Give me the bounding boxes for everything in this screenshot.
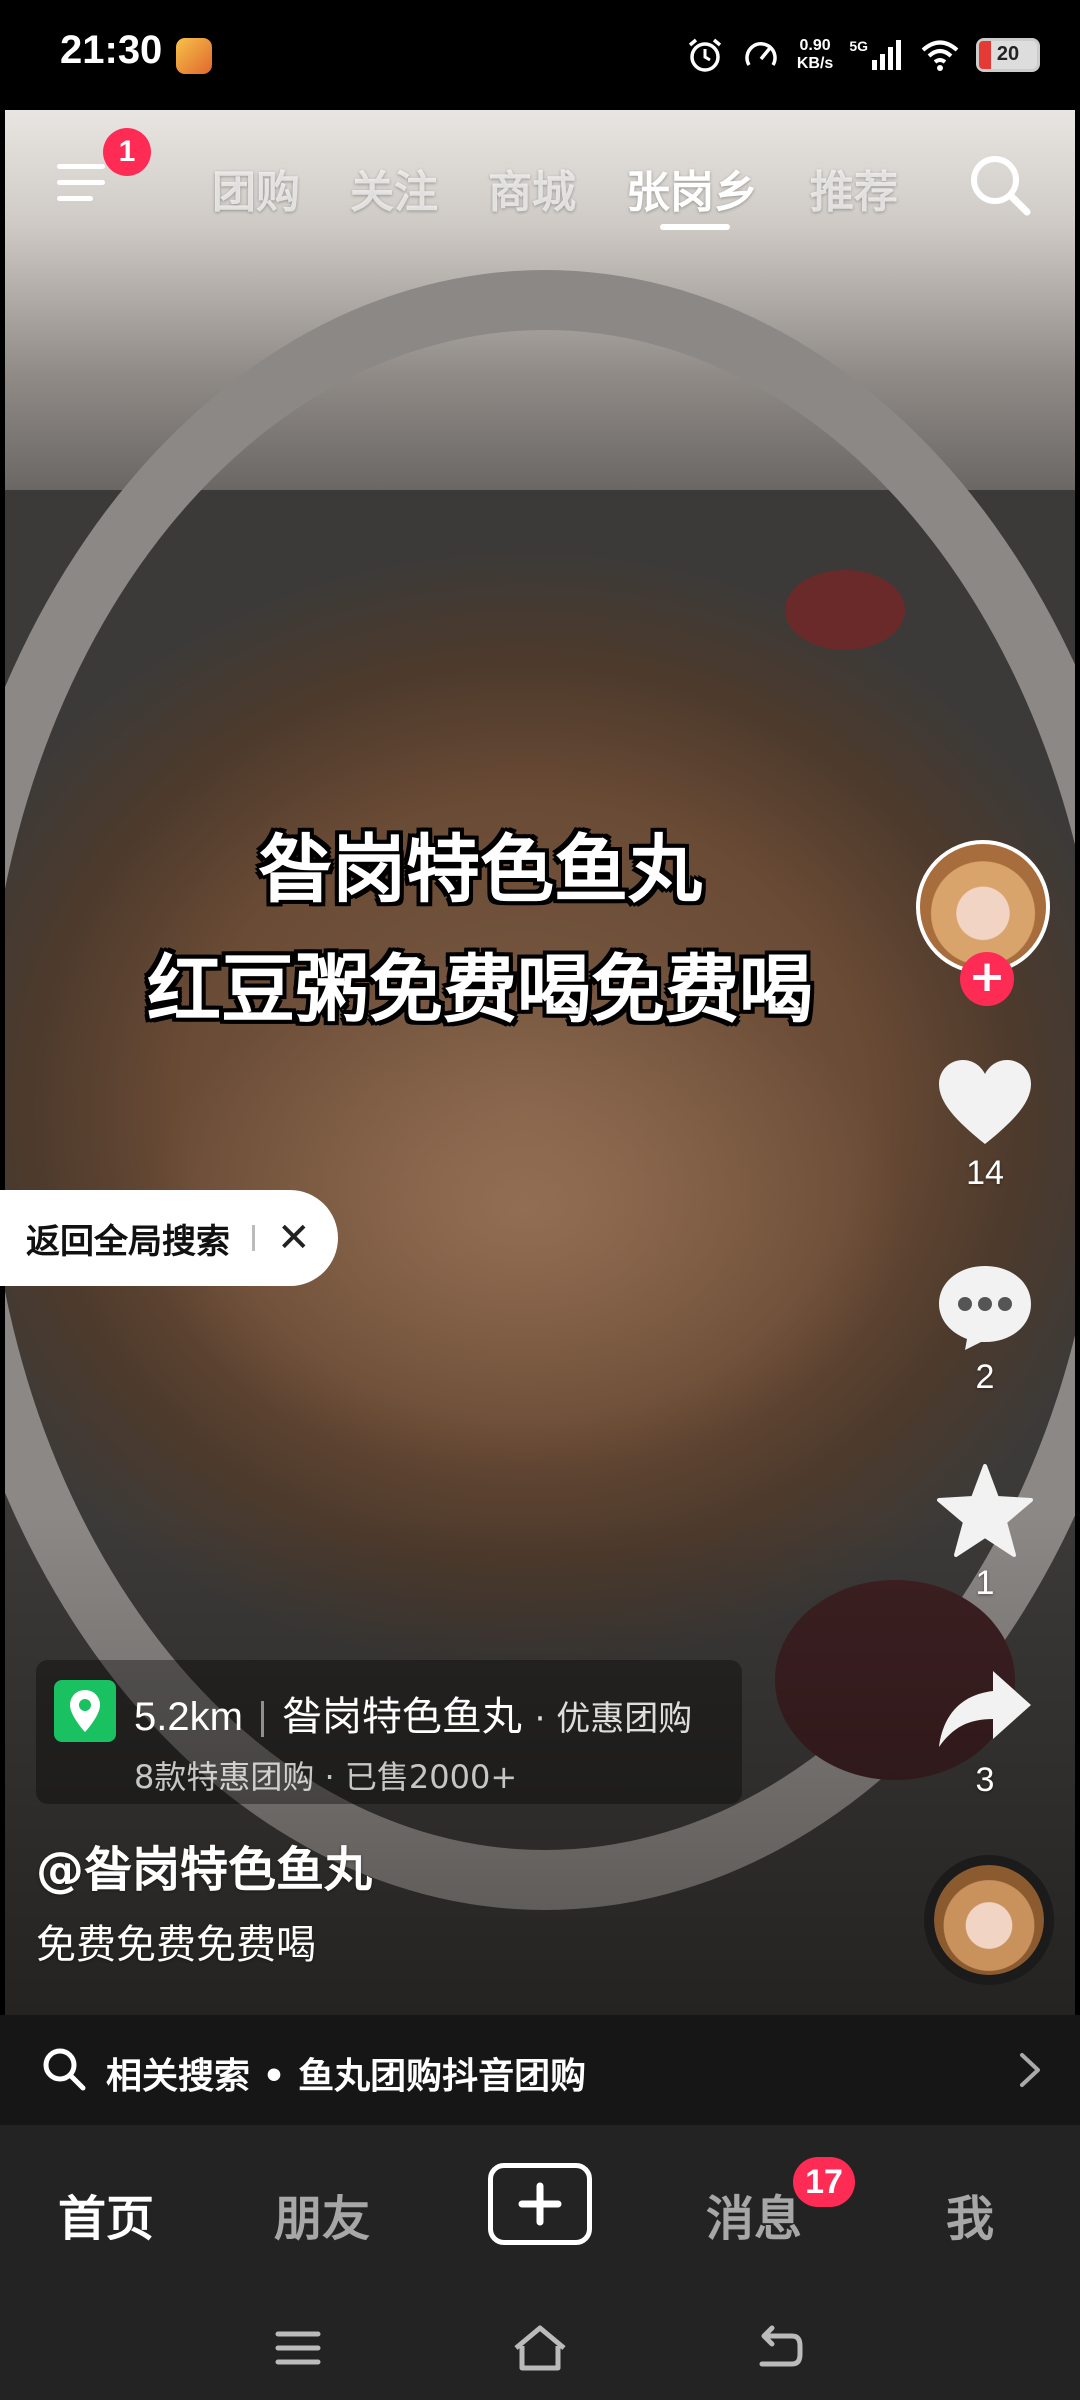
signal-icon: [872, 40, 901, 70]
tab-group-buy[interactable]: 团购: [212, 156, 300, 220]
top-navigation: 团购 关注 商城 张岗乡 推荐: [0, 140, 1080, 240]
star-icon: [937, 1464, 1033, 1557]
music-disc-image: [934, 1865, 1044, 1975]
like-button[interactable]: 14: [910, 1058, 1060, 1193]
nav-messages[interactable]: 消息: [706, 2179, 802, 2249]
favorite-count: 1: [975, 1564, 995, 1602]
tab-following[interactable]: 关注: [350, 156, 438, 220]
network-type: 5G: [849, 38, 868, 54]
home-icon[interactable]: [510, 2320, 570, 2376]
plus-icon: [518, 2182, 562, 2226]
comment-button[interactable]: 2: [910, 1262, 1060, 1397]
create-button[interactable]: [488, 2163, 592, 2245]
back-to-search-pill[interactable]: 返回全局搜索 ✕: [0, 1190, 338, 1286]
nav-me[interactable]: 我: [946, 2179, 994, 2249]
nav-friends[interactable]: 朋友: [274, 2179, 370, 2249]
data-saver-icon: [745, 42, 777, 66]
comment-count: 2: [975, 1358, 995, 1396]
status-time: 21:30: [60, 28, 163, 72]
alarm-icon: [688, 38, 721, 72]
poi-divider: [260, 1701, 264, 1737]
back-to-search-label[interactable]: 返回全局搜索: [26, 1214, 230, 1263]
status-bar: 21:30 0.90 KB/s 5G 20: [0, 0, 1080, 110]
location-pin-glyph: [70, 1690, 100, 1732]
video-description: 免费免费免费喝: [36, 1922, 316, 1968]
wifi-icon: [921, 40, 959, 71]
share-count: 3: [975, 1761, 995, 1799]
favorite-button[interactable]: 1: [910, 1462, 1060, 1603]
author-handle[interactable]: @昝岗特色鱼丸: [36, 1830, 372, 1900]
system-navigation: [0, 2300, 1080, 2400]
battery-icon: 20: [976, 38, 1040, 72]
poi-name: 昝岗特色鱼丸: [281, 1694, 522, 1740]
nav-home[interactable]: 首页: [58, 2179, 154, 2249]
poi-subline: 8款特惠团购 · 已售2000+: [134, 1758, 518, 1796]
tab-mall[interactable]: 商城: [488, 156, 576, 220]
bottom-navigation: 首页 朋友 消息 17 我: [0, 2125, 1080, 2300]
tab-local[interactable]: 张岗乡: [626, 156, 758, 220]
share-button[interactable]: 3: [910, 1665, 1060, 1800]
share-icon: [939, 1671, 1031, 1747]
poi-distance: 5.2km: [134, 1695, 243, 1739]
pill-divider: [252, 1225, 255, 1251]
recents-icon[interactable]: [270, 2320, 326, 2376]
back-icon[interactable]: [752, 2320, 808, 2376]
menu-icon[interactable]: [55, 158, 115, 208]
location-pin-icon: [54, 1680, 116, 1742]
music-disc-avatar[interactable]: [924, 1855, 1054, 1985]
comment-icon: [939, 1266, 1031, 1350]
status-icons: 0.90 KB/s 5G 20: [685, 30, 1040, 80]
heart-icon: [939, 1060, 1031, 1144]
like-count: 14: [966, 1154, 1004, 1192]
active-tab-indicator: [660, 224, 730, 230]
video-caption-line2: 红豆粥免费喝免费喝: [147, 947, 813, 1033]
related-search-bar[interactable]: 相关搜索 • 鱼丸团购抖音团购: [0, 2015, 1080, 2125]
poi-title-line: 5.2km 昝岗特色鱼丸 · 优惠团购: [134, 1684, 692, 1742]
poi-card[interactable]: 5.2km 昝岗特色鱼丸 · 优惠团购 8款特惠团购 · 已售2000+: [36, 1660, 742, 1804]
video-frame-detail: [785, 570, 905, 650]
chevron-right-icon: [1020, 2053, 1040, 2087]
related-search-text[interactable]: 相关搜索 • 鱼丸团购抖音团购: [106, 2047, 586, 2099]
network-speed: 0.90 KB/s: [796, 37, 834, 72]
close-icon[interactable]: ✕: [277, 1215, 311, 1261]
tab-recommend[interactable]: 推荐: [810, 156, 898, 220]
search-icon[interactable]: [965, 150, 1035, 220]
poi-tag: · 优惠团购: [534, 1699, 693, 1739]
app-notification-icon: [176, 38, 212, 74]
battery-level: 20: [996, 43, 1020, 65]
messages-badge: 17: [793, 2157, 855, 2207]
video-caption-line1: 昝岗特色鱼丸: [258, 827, 702, 913]
follow-button[interactable]: +: [960, 952, 1014, 1006]
menu-notification-badge: 1: [103, 128, 151, 176]
search-icon: [43, 2048, 86, 2091]
